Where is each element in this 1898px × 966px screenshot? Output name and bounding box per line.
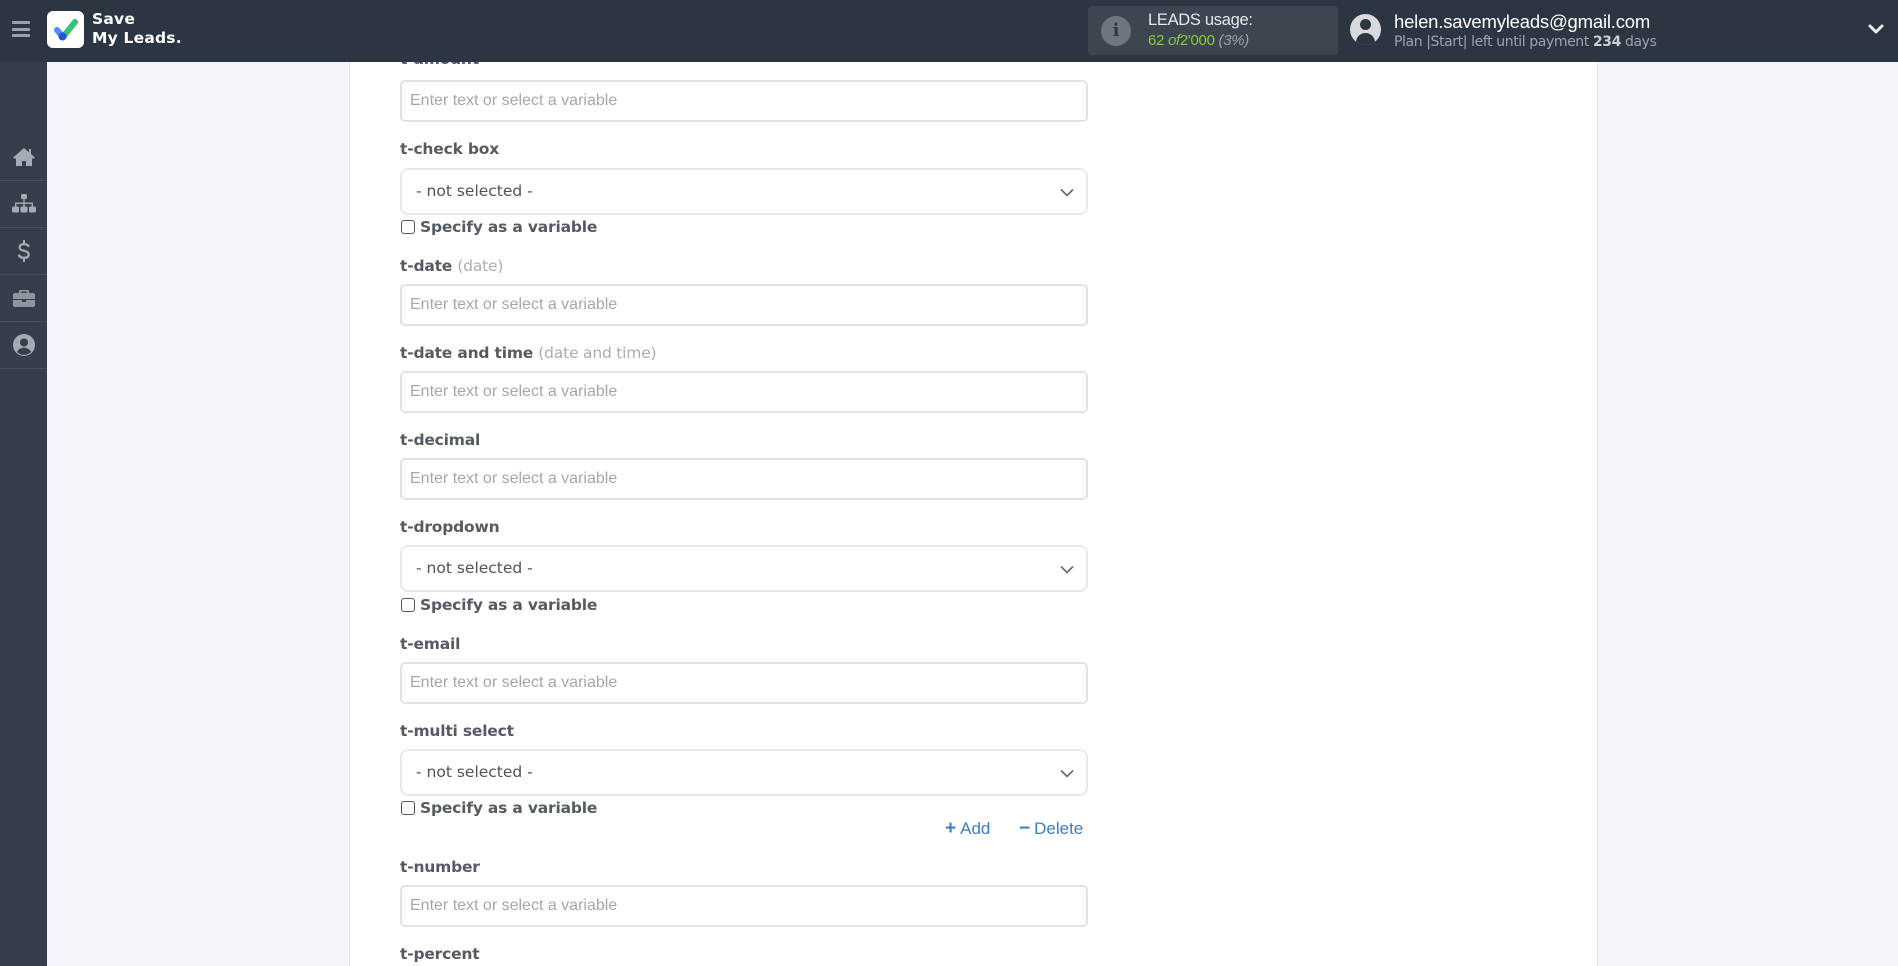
- hamburger-icon-bar: [12, 34, 30, 37]
- logo-line-2: My Leads.: [92, 29, 182, 47]
- hamburger-icon-bar: [12, 27, 30, 31]
- user-plan-info: Plan |Start| left until payment 234 days: [1394, 34, 1657, 50]
- plus-icon: +: [945, 818, 957, 839]
- date-label-text: t-date: [400, 257, 453, 275]
- date-label-hint: (date): [457, 257, 504, 275]
- usage-value: 62 of2'000 (3%): [1148, 32, 1249, 49]
- add-button[interactable]: + Add: [945, 818, 990, 840]
- field-label-check-box: t-check box: [400, 140, 500, 158]
- sidebar-item-account[interactable]: [0, 322, 47, 369]
- multi-select-select[interactable]: - not selected -: [400, 749, 1088, 796]
- sidebar-item-connections[interactable]: [0, 181, 47, 228]
- chevron-down-icon: [1060, 565, 1074, 574]
- avatar-body: [1356, 33, 1375, 45]
- top-header: Save My Leads. i LEADS usage: 62 of2'000…: [0, 0, 1898, 62]
- usage-percent: (3%): [1218, 32, 1250, 49]
- days-left: 234: [1592, 34, 1621, 50]
- field-label-date: t-date (date): [400, 257, 503, 275]
- specify-variable-checkbox[interactable]: [401, 598, 415, 612]
- chevron-down-icon: [1060, 188, 1074, 197]
- briefcase-icon: [12, 290, 35, 307]
- usage-title: LEADS usage:: [1148, 11, 1253, 29]
- multi-select-specify-variable[interactable]: Specify as a variable: [401, 799, 597, 817]
- field-label-decimal: t-decimal: [400, 431, 481, 449]
- usage-limit: 2'000: [1179, 32, 1215, 49]
- leads-usage-widget[interactable]: i LEADS usage: 62 of2'000 (3%): [1088, 6, 1338, 55]
- user-circle-icon: [12, 334, 35, 356]
- specify-variable-label: Specify as a variable: [420, 799, 598, 817]
- hamburger-icon: [12, 21, 30, 24]
- chevron-down-icon[interactable]: [1868, 23, 1884, 35]
- check-box-select-value: - not selected -: [416, 182, 533, 200]
- delete-label: Delete: [1034, 819, 1084, 838]
- sitemap-icon: [11, 194, 36, 213]
- sidebar: [0, 62, 47, 966]
- plan-text: Plan |Start| left until payment: [1394, 34, 1593, 50]
- field-label-email: t-email: [400, 635, 461, 653]
- user-email[interactable]: helen.savemyleads@gmail.com: [1394, 11, 1650, 33]
- dropdown-select[interactable]: - not selected -: [400, 545, 1088, 592]
- dropdown-specify-variable[interactable]: Specify as a variable: [401, 596, 597, 614]
- check-box-select[interactable]: - not selected -: [400, 168, 1088, 215]
- specify-variable-checkbox[interactable]: [401, 220, 415, 234]
- dollar-icon: [17, 240, 30, 262]
- decimal-input[interactable]: [400, 458, 1088, 500]
- info-icon: i: [1101, 16, 1131, 46]
- menu-toggle-button[interactable]: [12, 21, 30, 37]
- field-label-multi-select: t-multi select: [400, 722, 514, 740]
- date-input[interactable]: [400, 284, 1088, 326]
- minus-icon: −: [1019, 818, 1031, 839]
- sidebar-item-tools[interactable]: [0, 275, 47, 322]
- field-label-percent: t-percent: [400, 945, 480, 963]
- avatar-head: [1360, 19, 1371, 30]
- logo-text[interactable]: Save My Leads.: [92, 10, 182, 48]
- logo-line-1: Save: [92, 10, 136, 28]
- sidebar-item-home[interactable]: [0, 134, 47, 181]
- field-label-dropdown: t-dropdown: [400, 518, 500, 536]
- number-input[interactable]: [400, 885, 1088, 927]
- email-input[interactable]: [400, 662, 1088, 704]
- date-time-label-hint: (date and time): [538, 344, 657, 362]
- home-icon: [12, 148, 35, 166]
- checkmark-logo-icon: [54, 19, 78, 41]
- field-label-number: t-number: [400, 858, 480, 876]
- delete-button[interactable]: − Delete: [1019, 818, 1083, 840]
- check-box-specify-variable[interactable]: Specify as a variable: [401, 218, 597, 236]
- usage-of: of: [1167, 32, 1180, 49]
- usage-used: 62: [1148, 32, 1165, 49]
- field-label-date-time: t-date and time (date and time): [400, 344, 657, 362]
- specify-variable-checkbox[interactable]: [401, 801, 415, 815]
- amount-input[interactable]: [400, 80, 1088, 122]
- multi-select-select-value: - not selected -: [416, 763, 533, 781]
- chevron-down-icon: [1060, 769, 1074, 778]
- sidebar-item-billing[interactable]: [0, 228, 47, 275]
- logo-icon[interactable]: [47, 11, 84, 48]
- specify-variable-label: Specify as a variable: [420, 218, 598, 236]
- date-time-label-text: t-date and time: [400, 344, 534, 362]
- days-suffix: days: [1620, 34, 1657, 50]
- dropdown-select-value: - not selected -: [416, 559, 533, 577]
- user-avatar-icon[interactable]: [1350, 14, 1381, 45]
- add-label: Add: [960, 819, 991, 838]
- specify-variable-label: Specify as a variable: [420, 596, 598, 614]
- date-time-input[interactable]: [400, 371, 1088, 413]
